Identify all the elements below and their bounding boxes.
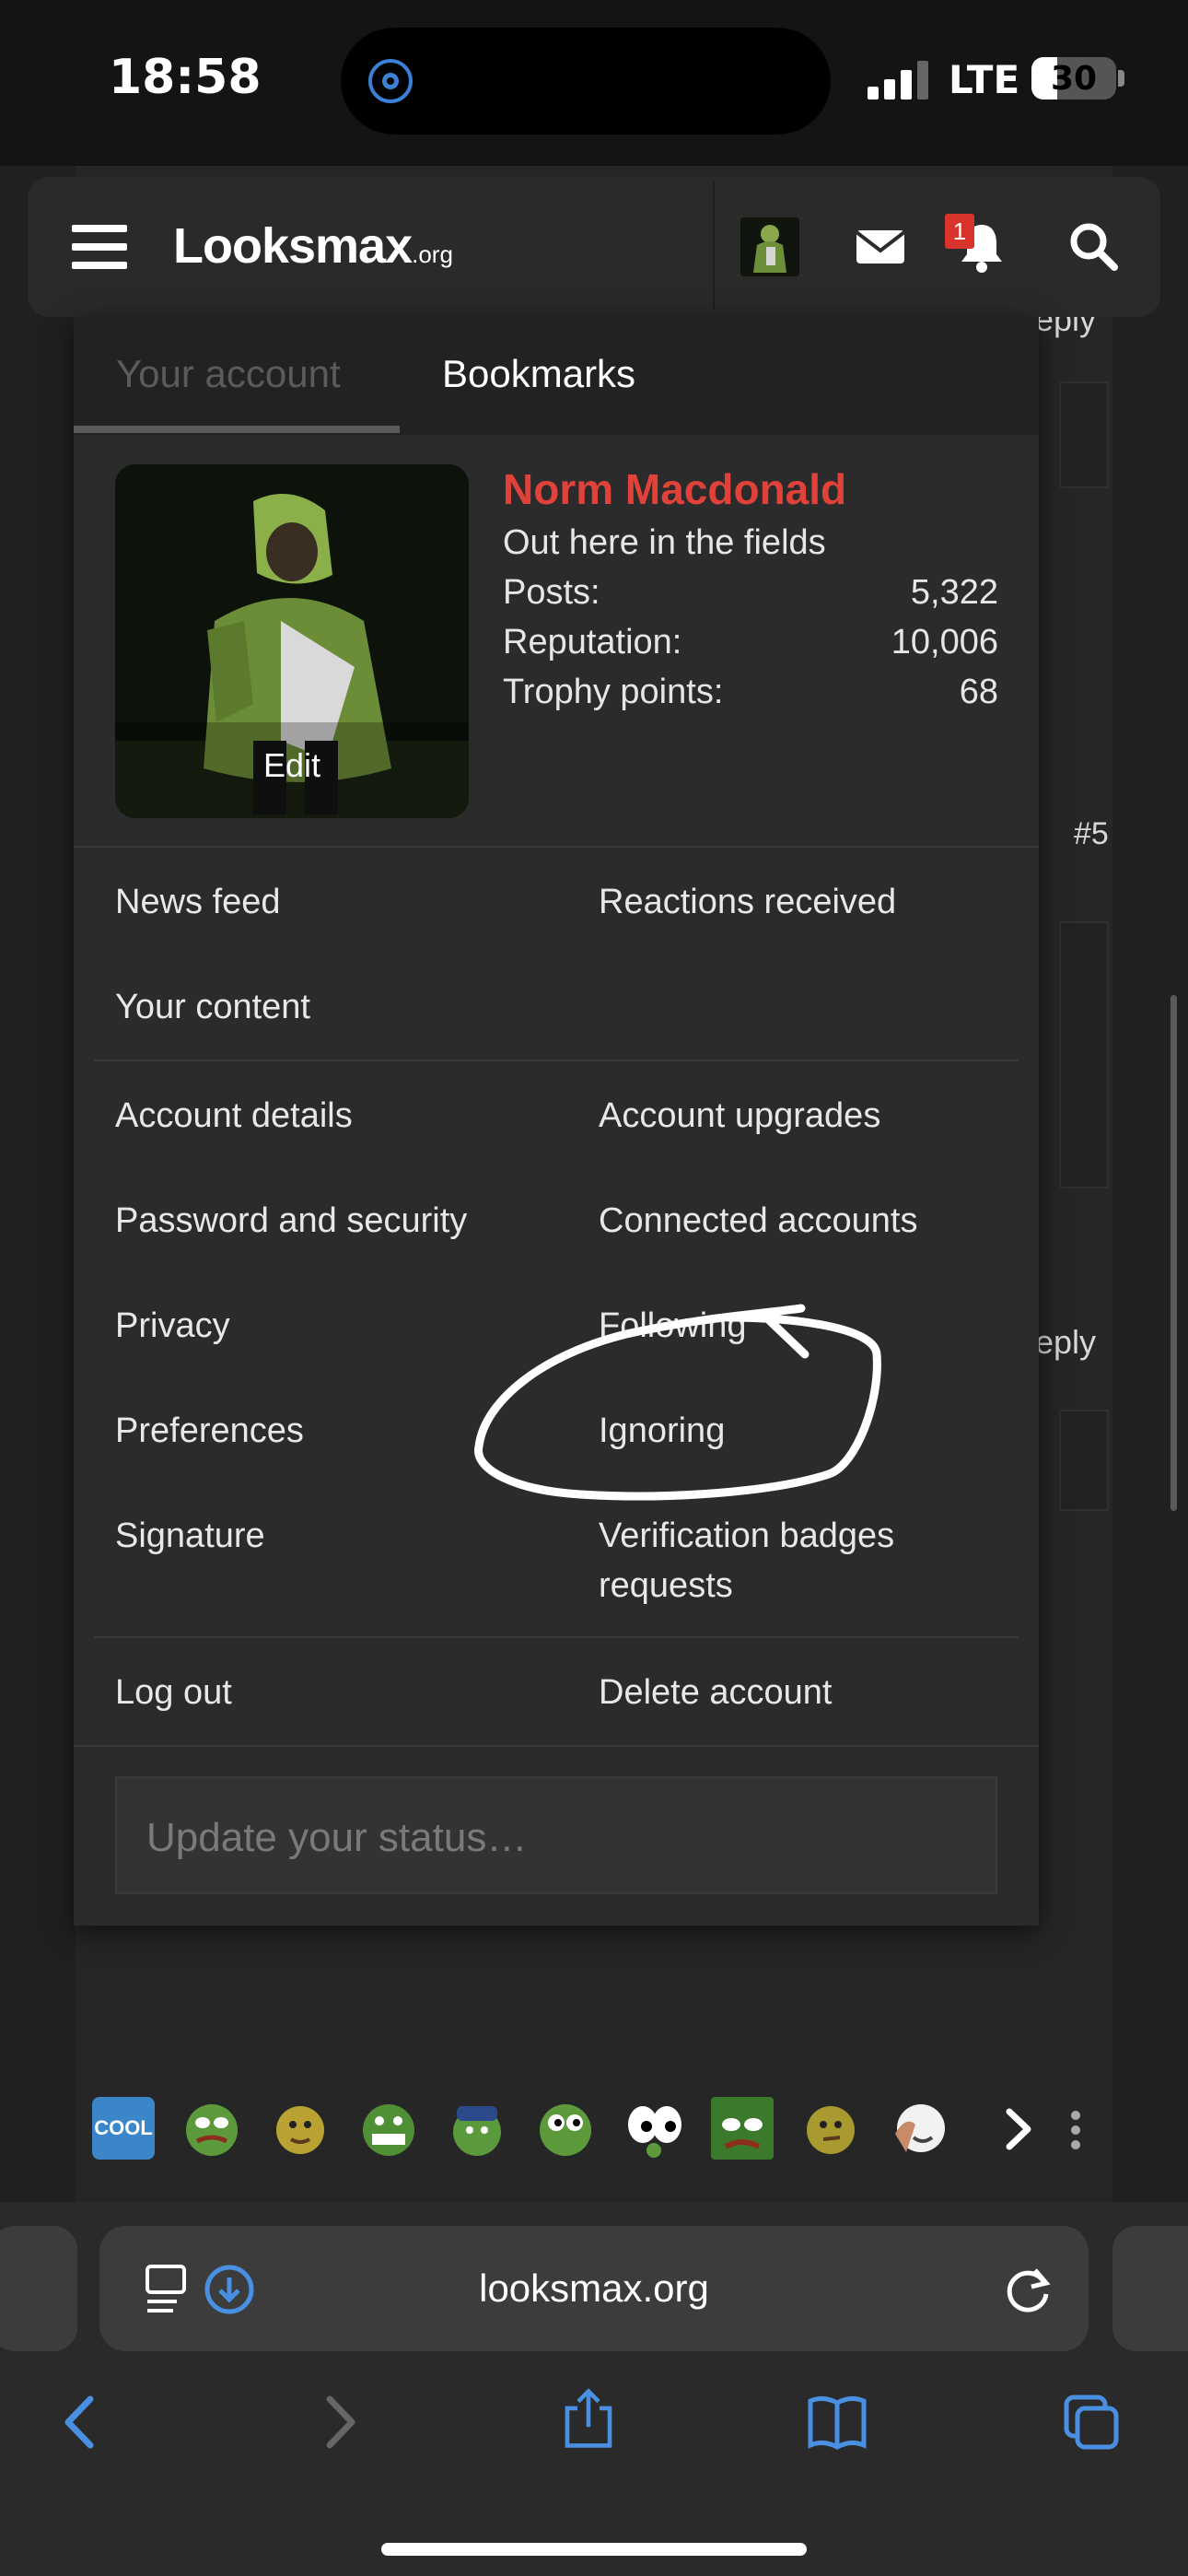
menu-link-password-security[interactable]: Password and security (115, 1196, 467, 1246)
notification-badge: 1 (945, 214, 974, 249)
menu-link-log-out[interactable]: Log out (115, 1668, 232, 1717)
menu-link-delete-account[interactable]: Delete account (599, 1668, 985, 1717)
divider (94, 1060, 1019, 1061)
user-avatar-button[interactable] (740, 217, 799, 276)
battery-nub (1118, 70, 1124, 87)
menu-link-reactions-received[interactable]: Reactions received (599, 877, 985, 927)
stat-label: Posts: (503, 573, 600, 612)
site-logo[interactable]: Looksmax.org (173, 217, 453, 275)
status-placeholder: Update your status… (146, 1815, 528, 1860)
menu-link-account-upgrades[interactable]: Account upgrades (599, 1091, 985, 1141)
emoji-shrek-smirk[interactable] (799, 2097, 862, 2160)
emoji-pepe-police[interactable] (446, 2097, 508, 2160)
divider (74, 1745, 1039, 1747)
emoji-cool[interactable]: COOL (92, 2097, 155, 2160)
hamburger-menu-icon[interactable] (72, 225, 127, 269)
nav-divider (713, 181, 715, 310)
battery-level: 30 (1050, 60, 1098, 98)
logo-suffix: .org (412, 240, 453, 268)
avatar-image (740, 217, 799, 276)
username-link[interactable]: Norm Macdonald (503, 464, 846, 514)
forward-arrow-icon[interactable] (306, 2390, 370, 2454)
divider (74, 846, 1039, 848)
stat-trophy-points: Trophy points: 68 (503, 673, 998, 719)
previous-tab-preview[interactable] (0, 2226, 77, 2351)
menu-link-account-details[interactable]: Account details (115, 1091, 353, 1141)
background-box (1059, 381, 1109, 488)
background-box (1059, 1410, 1109, 1511)
logo-text: Looksmax (173, 218, 413, 274)
stat-label: Trophy points: (503, 673, 724, 711)
bookmarks-icon[interactable] (805, 2390, 869, 2454)
menu-link-news-feed[interactable]: News feed (115, 877, 281, 927)
next-tab-preview[interactable] (1112, 2226, 1188, 2351)
tab-bookmarks[interactable]: Bookmarks (442, 352, 635, 396)
emoji-pepe-grin[interactable] (357, 2097, 420, 2160)
emoji-pepe-stare[interactable] (534, 2097, 597, 2160)
reply-link[interactable]: eply (1035, 1323, 1096, 1362)
tab-your-account[interactable]: Your account (116, 352, 341, 396)
menu-link-preferences[interactable]: Preferences (115, 1406, 304, 1456)
home-indicator[interactable] (381, 2543, 807, 2556)
chevron-right-icon[interactable] (1000, 2106, 1037, 2152)
cellular-signal-icon (868, 61, 928, 100)
more-vertical-icon[interactable] (1070, 2110, 1081, 2150)
status-time: 18:58 (109, 50, 262, 105)
envelope-icon[interactable] (851, 217, 910, 276)
divider (94, 1636, 1019, 1638)
scrollbar[interactable] (1171, 995, 1177, 1511)
stat-label: Reputation: (503, 623, 682, 662)
account-menu: Your account Bookmarks Edit Norm Macdona… (74, 317, 1039, 1926)
emoji-pepe[interactable] (181, 2097, 243, 2160)
user-title: Out here in the fields (503, 523, 826, 562)
network-label: LTE (949, 57, 1020, 102)
hand-drawn-circle-annotation (474, 1304, 881, 1501)
menu-link-verification[interactable]: Verification badges requests (599, 1511, 967, 1610)
reload-icon[interactable] (996, 2257, 1061, 2322)
status-update-input[interactable]: Update your status… (115, 1776, 997, 1894)
active-tab-indicator (74, 426, 400, 433)
background-box (1059, 921, 1109, 1188)
emoji-shrek[interactable] (269, 2097, 332, 2160)
stat-posts: Posts: 5,322 (503, 573, 998, 619)
post-number[interactable]: #5 (1074, 816, 1109, 852)
profile-avatar[interactable]: Edit (115, 464, 469, 818)
share-icon[interactable] (556, 2386, 621, 2451)
menu-link-privacy[interactable]: Privacy (115, 1301, 230, 1351)
emoji-crying-meme[interactable] (888, 2097, 950, 2160)
emoji-pepe-sad[interactable] (711, 2097, 774, 2160)
menu-link-connected-accounts[interactable]: Connected accounts (599, 1196, 985, 1246)
menu-link-signature[interactable]: Signature (115, 1511, 265, 1561)
stat-value[interactable]: 5,322 (911, 573, 998, 613)
reader-mode-icon[interactable] (140, 2257, 204, 2322)
battery-icon: 30 (1031, 57, 1116, 100)
menu-tabs: Your account Bookmarks (74, 317, 1039, 435)
back-arrow-icon[interactable] (50, 2390, 114, 2454)
edit-avatar-label[interactable]: Edit (115, 746, 469, 785)
tabs-icon[interactable] (1059, 2390, 1124, 2454)
stat-value[interactable]: 68 (960, 673, 998, 712)
sync-icon (368, 59, 413, 103)
stat-reputation: Reputation: 10,006 (503, 623, 998, 669)
download-icon[interactable] (197, 2257, 262, 2322)
stat-value[interactable]: 10,006 (891, 623, 998, 662)
menu-link-your-content[interactable]: Your content (115, 982, 310, 1032)
search-icon[interactable] (1065, 217, 1124, 276)
emoji-eyes[interactable] (623, 2097, 685, 2160)
